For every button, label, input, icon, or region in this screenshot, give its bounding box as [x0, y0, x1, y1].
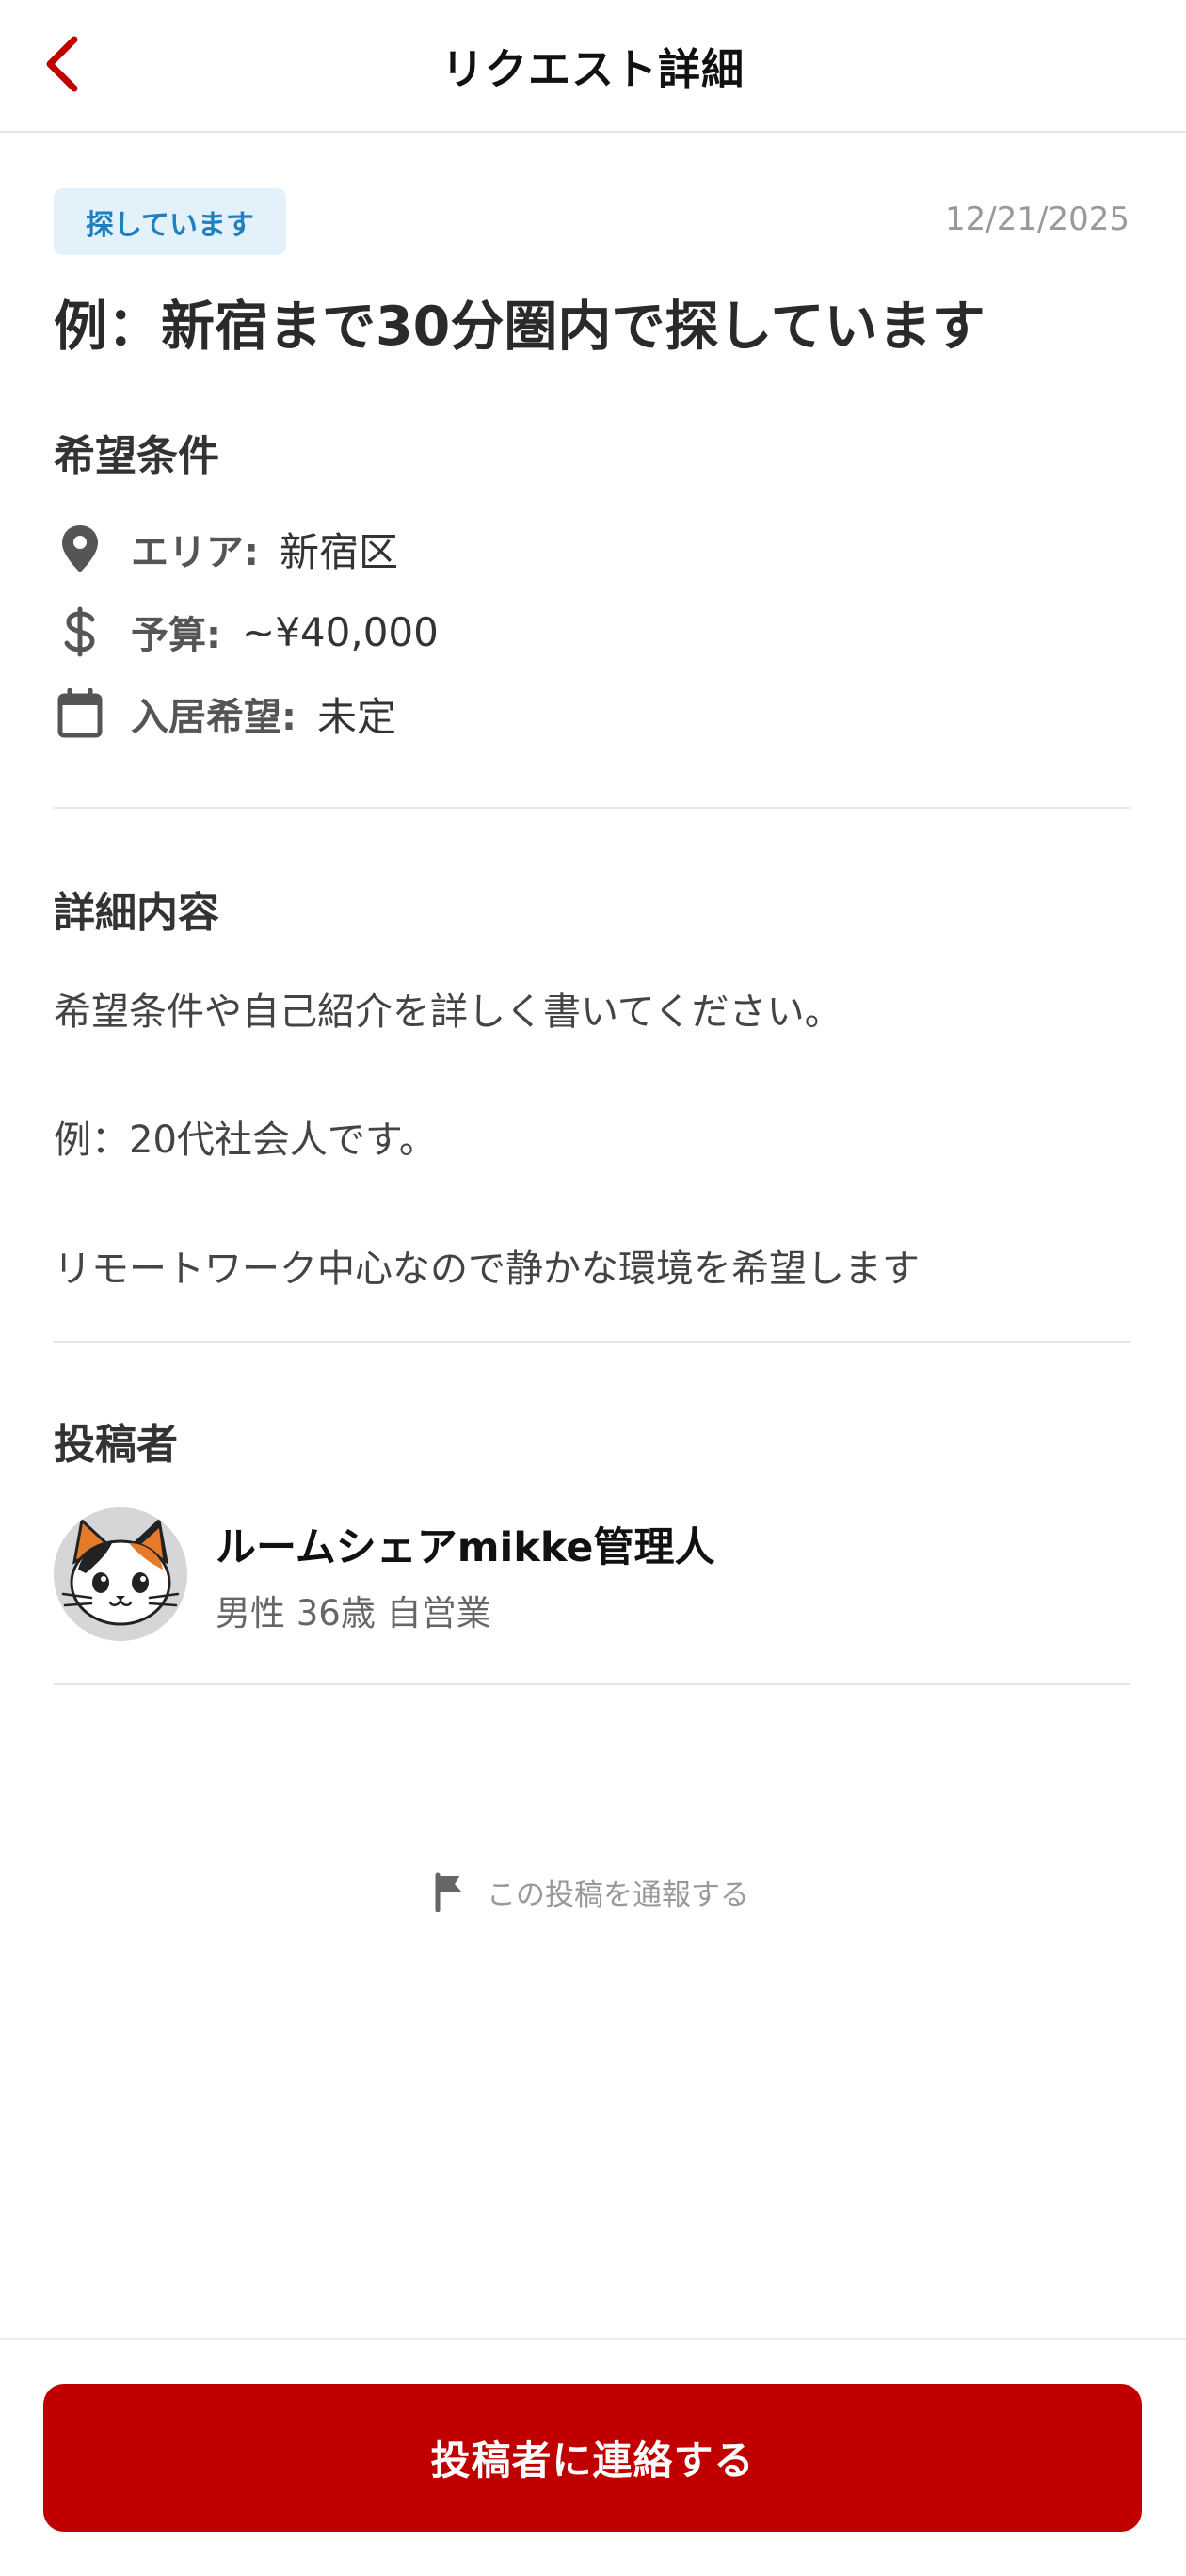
back-button[interactable] [28, 26, 94, 102]
status-badge: 探しています [54, 188, 286, 255]
bottom-action-bar: 投稿者に連絡する [0, 2338, 1186, 2576]
contact-poster-button[interactable]: 投稿者に連絡する [43, 2384, 1142, 2532]
page-title: リクエスト詳細 [441, 44, 745, 94]
condition-budget: 予算: ~¥40,000 [54, 604, 439, 660]
condition-value: ~¥40,000 [242, 608, 439, 655]
calendar-icon [54, 687, 106, 740]
poster-section-title: 投稿者 [54, 1421, 178, 1469]
condition-label: 入居希望: [131, 696, 296, 739]
post-date: 12/21/2025 [945, 201, 1130, 238]
cat-avatar-icon [54, 1507, 187, 1641]
condition-value: 未定 [317, 693, 397, 740]
header: リクエスト詳細 [0, 0, 1186, 133]
detail-text-line: 希望条件や自己紹介を詳しく書いてください。 [54, 990, 842, 1034]
conditions-section-title: 希望条件 [54, 432, 219, 480]
chevron-left-icon [46, 36, 78, 92]
avatar[interactable] [54, 1507, 187, 1641]
detail-text-line: リモートワーク中心なので静かな環境を希望します [54, 1248, 920, 1291]
dollar-icon [54, 605, 106, 658]
poster-name[interactable]: ルームシェアmikke管理人 [216, 1515, 714, 1573]
condition-move-in: 入居希望: 未定 [54, 685, 396, 742]
post-title: 例：新宿まで30分圏内で探しています [54, 296, 986, 358]
condition-label: 予算: [131, 614, 221, 657]
detail-text-line: 例：20代社会人です。 [54, 1119, 437, 1162]
flag-icon [430, 1869, 468, 1914]
condition-area: エリア: 新宿区 [54, 521, 398, 577]
divider [54, 1683, 1130, 1685]
details-section-title: 詳細内容 [54, 889, 219, 937]
divider [54, 807, 1130, 809]
report-label: この投稿を通報する [487, 1877, 749, 1912]
request-detail-screen: リクエスト詳細 探しています 12/21/2025 例：新宿まで30分圏内で探し… [0, 0, 1186, 2576]
divider [54, 1341, 1130, 1343]
poster-meta: 男性 36歳 自営業 [216, 1593, 491, 1634]
location-pin-icon [54, 523, 106, 575]
report-post-link[interactable]: この投稿を通報する [430, 1863, 749, 1920]
condition-value: 新宿区 [280, 528, 399, 575]
condition-label: エリア: [131, 531, 259, 574]
